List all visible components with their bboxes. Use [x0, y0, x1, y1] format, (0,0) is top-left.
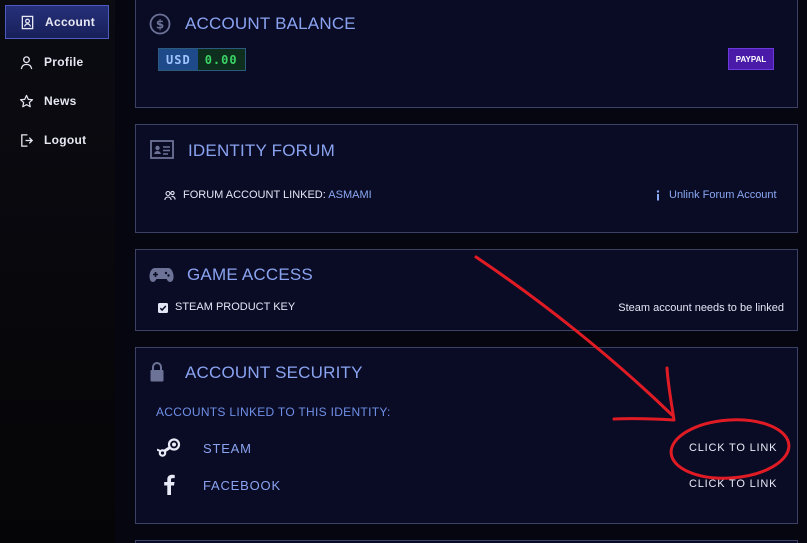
account-security-panel: ACCOUNT SECURITY ACCOUNTS LINKED TO THIS… — [135, 347, 798, 524]
currency-label: USD — [159, 49, 198, 70]
unlink-forum-link[interactable]: Unlink Forum Account — [669, 189, 777, 201]
balance-amount: 0.00 — [197, 49, 245, 70]
forum-username: ASMAMI — [328, 189, 372, 201]
panel-title: IDENTITY FORUM — [188, 141, 335, 160]
game-access-panel: GAME ACCESS STEAM PRODUCT KEY Steam acco… — [135, 249, 798, 331]
paypal-button[interactable]: PAYPAL — [728, 48, 774, 70]
sidebar-item-account[interactable]: Account — [5, 5, 109, 39]
badge-icon — [21, 15, 34, 29]
sidebar-item-label: Account — [45, 15, 96, 29]
panel-title: ACCOUNT SECURITY — [185, 363, 363, 382]
forum-linked-label: FORUM ACCOUNT LINKED: — [183, 189, 329, 201]
panel-title: ACCOUNT BALANCE — [185, 14, 356, 33]
users-icon — [164, 190, 176, 201]
steam-account-label: STEAM — [203, 441, 252, 456]
identity-forum-panel: IDENTITY FORUM FORUM ACCOUNT LINKED: ASM… — [135, 124, 798, 233]
gamepad-icon — [149, 268, 174, 282]
steam-product-key-label: STEAM PRODUCT KEY — [175, 301, 296, 313]
steam-status-text: Steam account needs to be linked — [618, 302, 784, 314]
facebook-account-label: FACEBOOK — [203, 478, 281, 493]
checkbox-icon — [158, 303, 168, 313]
lock-icon — [150, 362, 164, 382]
user-icon — [20, 55, 33, 69]
linked-accounts-subtitle: ACCOUNTS LINKED TO THIS IDENTITY: — [156, 405, 391, 419]
facebook-icon — [164, 474, 175, 495]
sidebar-item-logout[interactable]: Logout — [5, 123, 109, 157]
svg-text:$: $ — [156, 18, 164, 32]
steam-link-button[interactable]: CLICK TO LINK — [689, 442, 777, 454]
steam-icon — [157, 438, 181, 457]
sidebar-item-profile[interactable]: Profile — [5, 45, 109, 79]
sidebar: Account Profile News Logout — [0, 0, 115, 543]
sidebar-item-news[interactable]: News — [5, 84, 109, 118]
info-icon — [656, 190, 660, 201]
balance-badge: USD 0.00 — [158, 48, 246, 71]
id-card-icon — [150, 140, 174, 159]
facebook-link-button[interactable]: CLICK TO LINK — [689, 478, 777, 490]
sidebar-item-label: News — [44, 94, 77, 108]
dollar-coin-icon: $ — [149, 13, 171, 35]
panel-title: GAME ACCESS — [187, 265, 313, 284]
logout-icon — [21, 133, 34, 147]
account-balance-panel: $ ACCOUNT BALANCE USD 0.00 PAYPAL — [135, 0, 798, 108]
sidebar-item-label: Profile — [44, 55, 84, 69]
sidebar-item-label: Logout — [44, 133, 87, 147]
forum-linked-text: FORUM ACCOUNT LINKED: ASMAMI — [183, 189, 372, 201]
star-icon — [19, 94, 34, 107]
